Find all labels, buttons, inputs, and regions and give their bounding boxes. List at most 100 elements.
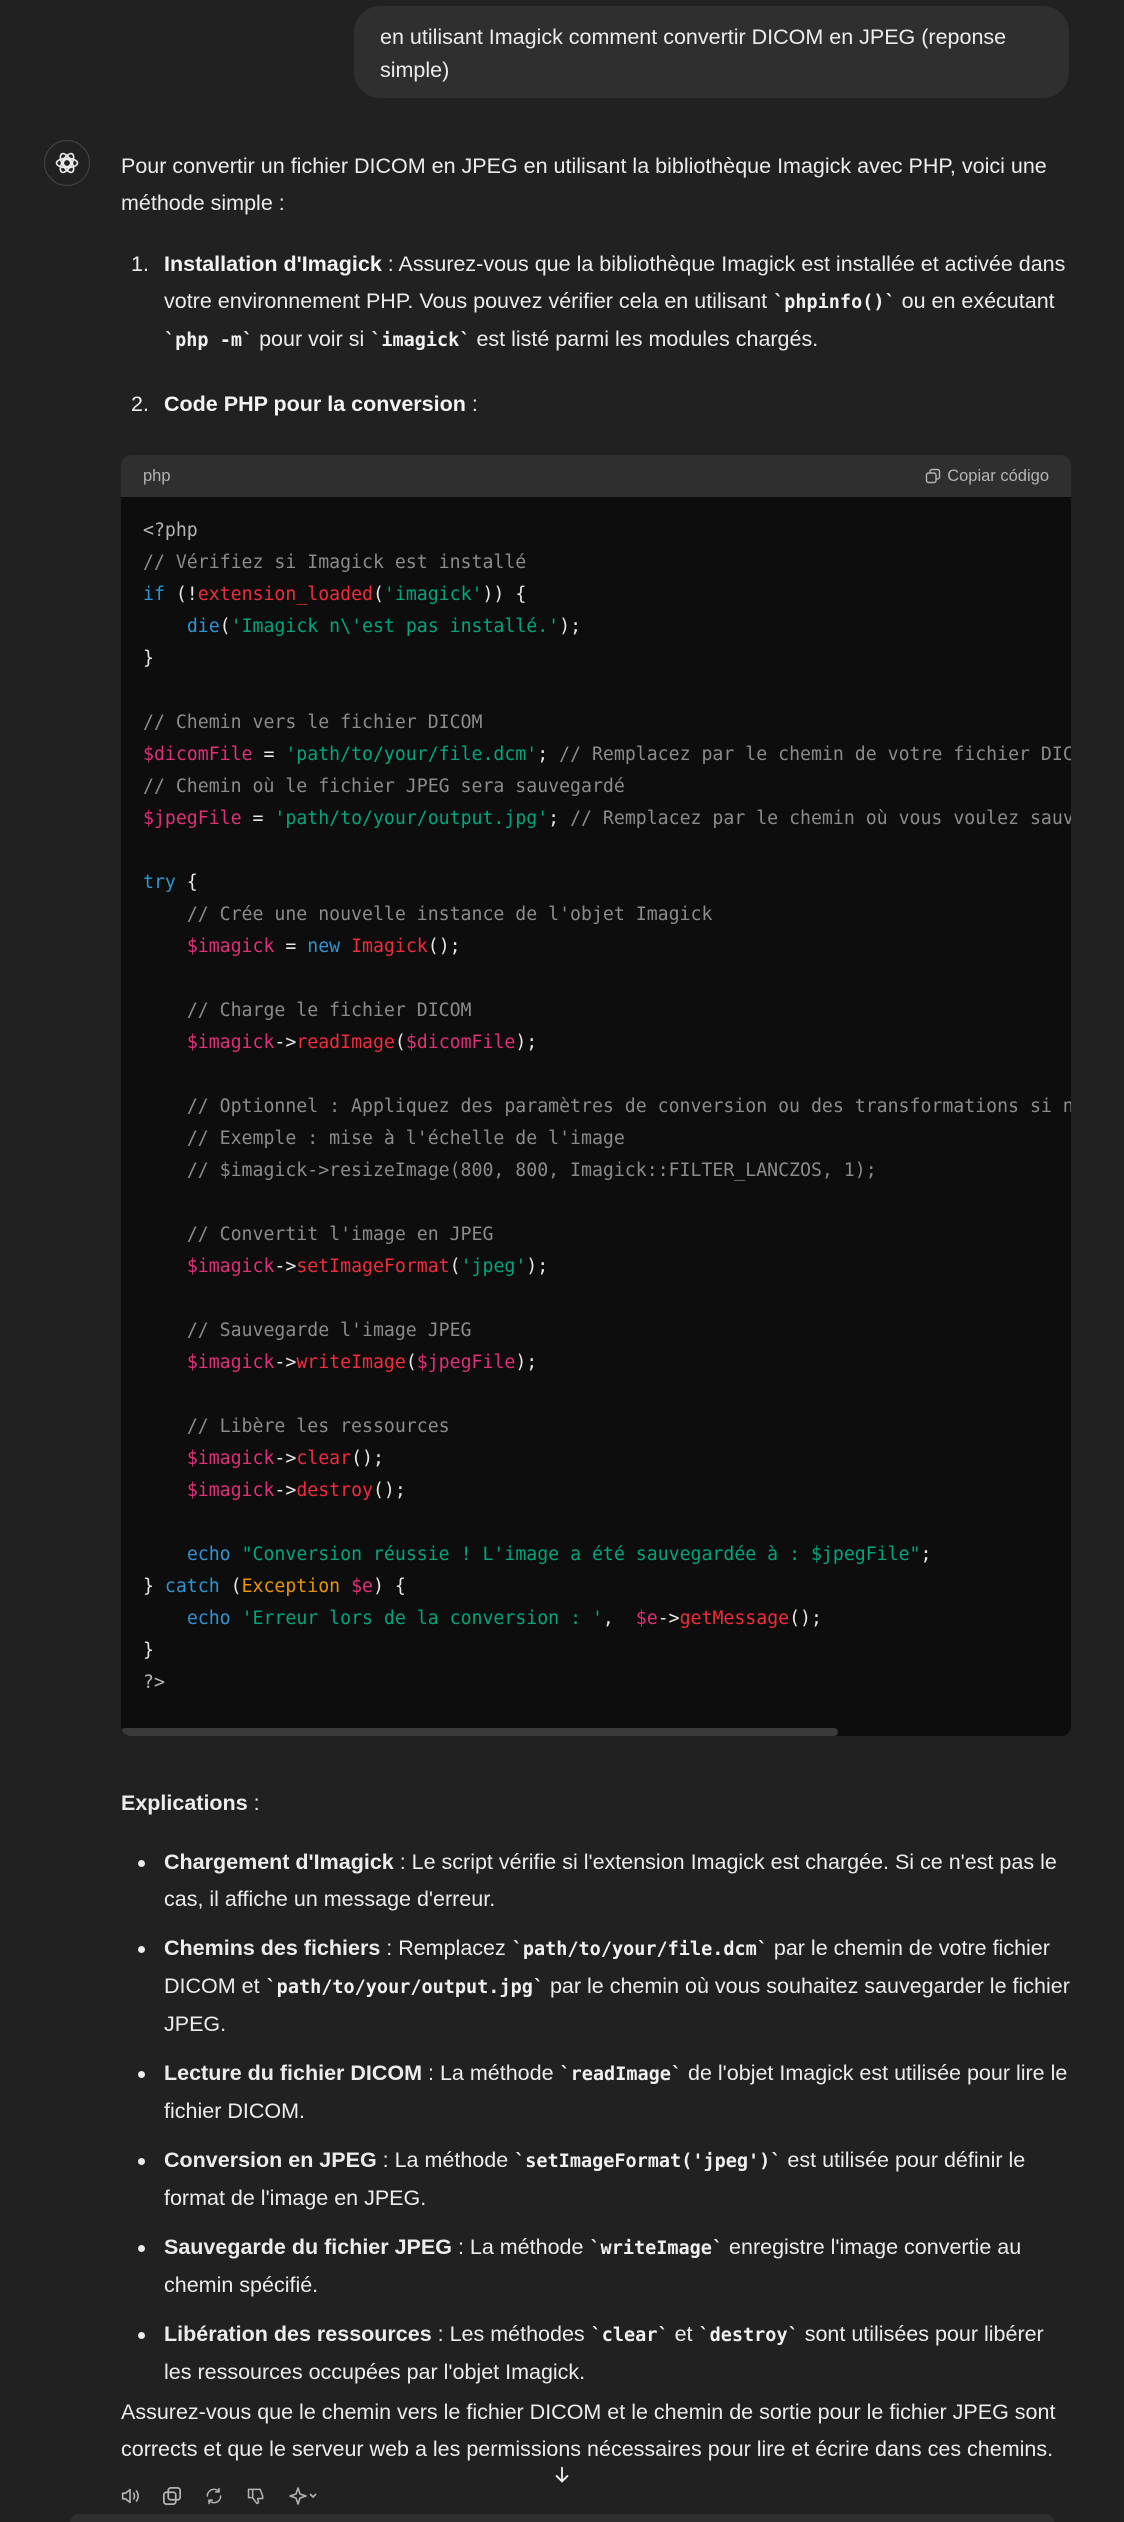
code-line: ?>: [143, 1667, 1049, 1699]
code-header: php Copiar código: [121, 455, 1071, 497]
explanation-text: : La méthode: [422, 2060, 560, 2085]
explanation-item: Libération des ressources : Les méthodes…: [121, 2316, 1071, 2391]
composer-edge: [70, 2514, 1054, 2522]
code-token: // Vérifiez si Imagick est installé: [143, 552, 527, 573]
regenerate-button[interactable]: [200, 2482, 228, 2510]
code-token: (: [405, 1352, 417, 1373]
code-line: try {: [143, 867, 1049, 899]
code-token: // Libère les ressources: [186, 1416, 450, 1437]
explanation-title: Lecture du fichier DICOM: [164, 2060, 423, 2085]
model-switch-button[interactable]: [284, 2482, 324, 2510]
code-token: $dicomFile: [405, 1032, 516, 1053]
code-token: // Crée une nouvelle instance de l'objet…: [186, 904, 713, 925]
code-token: $e: [635, 1608, 658, 1629]
code-token: getMessage: [679, 1608, 790, 1629]
code-token: $imagick: [186, 1032, 275, 1053]
code-token: destroy: [296, 1480, 373, 1501]
inline-code: `writeImage`: [589, 2237, 724, 2259]
code-line: $imagick = new Imagick();: [143, 931, 1049, 963]
closing-paragraph: Assurez-vous que le chemin vers le fichi…: [121, 2400, 1056, 2461]
explanation-item: Lecture du fichier DICOM : La méthode `r…: [121, 2055, 1071, 2130]
code-token: echo: [186, 1608, 231, 1629]
read-aloud-button[interactable]: [116, 2482, 144, 2510]
code-token: if: [143, 584, 165, 605]
scroll-down-button[interactable]: [544, 2457, 580, 2493]
code-line: // Chemin vers le fichier DICOM: [143, 707, 1049, 739]
code-token: $imagick: [186, 1480, 275, 1501]
code-token: $jpegFile: [143, 808, 242, 829]
inline-code: `phpinfo()`: [773, 292, 896, 313]
inline-code: `destroy`: [698, 2324, 799, 2346]
code-line: }: [143, 643, 1049, 675]
inline-code: `path/to/your/output.jpg`: [265, 1976, 544, 1998]
code-token: )) {: [482, 584, 527, 605]
code-line: // Charge le fichier DICOM: [143, 995, 1049, 1027]
code-token: ->: [274, 1480, 297, 1501]
code-token: (: [394, 1032, 406, 1053]
inline-code: `readImage`: [559, 2063, 683, 2085]
code-token: // Convertit l'image en JPEG: [186, 1224, 494, 1245]
explanations-heading-suffix: :: [247, 1790, 260, 1815]
explanation-title: Chemins des fichiers: [164, 1935, 381, 1960]
step-item: 1. Installation d'Imagick : Assurez-vous…: [121, 246, 1071, 359]
answer-intro: Pour convertir un fichier DICOM en JPEG …: [121, 154, 1047, 215]
code-token: $imagick: [186, 1448, 275, 1469]
user-message-bubble: en utilisant Imagick comment convertir D…: [354, 6, 1069, 98]
code-line: $jpegFile = 'path/to/your/output.jpg'; /…: [143, 803, 1071, 835]
copy-icon: [925, 468, 941, 484]
code-token: }: [143, 1576, 165, 1597]
explanations-heading-line: Explications :: [121, 1785, 1071, 1822]
code-token: 'Erreur lors de la conversion : ': [241, 1608, 603, 1629]
step-text: :: [465, 392, 478, 416]
code-token: ();: [372, 1480, 406, 1501]
code-token: setImageFormat: [296, 1256, 450, 1277]
code-line: $imagick->destroy();: [143, 1475, 1049, 1507]
code-token: // Optionnel : Appliquez des paramètres …: [186, 1096, 1071, 1117]
code-token: ();: [789, 1608, 822, 1629]
code-token: ?>: [143, 1672, 165, 1693]
explanation-title: Libération des ressources: [164, 2321, 432, 2346]
code-token: // Remplacez par le chemin de votre fich…: [559, 744, 1071, 765]
step-number: 2.: [131, 392, 149, 416]
code-token: 'path/to/your/output.jpg': [274, 808, 549, 829]
code-token: <?php: [143, 520, 198, 541]
code-token: ->: [657, 1608, 680, 1629]
explanation-item: Chemins des fichiers : Remplacez `path/t…: [121, 1930, 1071, 2043]
code-horizontal-scrollbar[interactable]: [121, 1728, 838, 1736]
code-line: // $imagick->resizeImage(800, 800, Imagi…: [143, 1155, 1049, 1187]
code-token: ->: [274, 1032, 297, 1053]
code-token: clear: [296, 1448, 352, 1469]
code-token: new: [307, 936, 341, 957]
copy-code-button[interactable]: Copiar código: [925, 467, 1049, 486]
code-line: // Convertit l'image en JPEG: [143, 1219, 1049, 1251]
assistant-logo-icon: [55, 152, 79, 174]
code-token: (: [219, 616, 231, 637]
code-token: }: [143, 648, 154, 669]
step-number: 1.: [131, 252, 149, 276]
explanation-text: : Les méthodes: [431, 2321, 591, 2346]
code-block: php Copiar código <?php // Vérifiez si Im…: [121, 455, 1071, 1736]
code-body[interactable]: <?php // Vérifiez si Imagick est installé…: [121, 497, 1071, 1699]
thumbs-down-button[interactable]: [242, 2482, 270, 2510]
code-token: ) {: [372, 1576, 406, 1597]
step-text: pour voir si: [253, 327, 371, 351]
code-token: try: [143, 872, 176, 893]
code-line: // Optionnel : Appliquez des paramètres …: [143, 1091, 1071, 1123]
copy-message-button[interactable]: [158, 2482, 186, 2510]
code-token: // Sauvegarde l'image JPEG: [186, 1320, 472, 1341]
